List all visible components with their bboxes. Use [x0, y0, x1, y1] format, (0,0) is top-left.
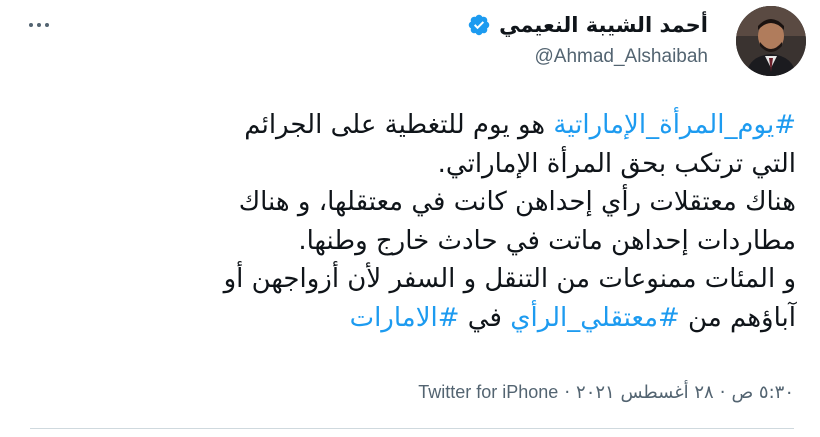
tweet-text-line: #يوم_المرأة_الإماراتية هو يوم للتغطية عل…	[40, 106, 796, 145]
author-name-row[interactable]: أحمد الشيبة النعيمي	[467, 12, 708, 38]
tweet-text-line: مطاردات إحداهن ماتت في حادث خارج وطنها.	[40, 222, 796, 261]
hashtag-link[interactable]: #معتقلي_الرأي	[510, 303, 680, 333]
tweet-text-segment: و المئات ممنوعات من التنقل و السفر لأن أ…	[223, 264, 796, 295]
tweet-text-segment: التي ترتكب بحق المرأة الإماراتي.	[437, 148, 796, 179]
meta-separator: ·	[719, 382, 726, 403]
hashtag-link[interactable]: #الامارات	[350, 303, 460, 333]
tweet-date[interactable]: ٢٨ أغسطس ٢٠٢١	[576, 382, 714, 403]
hashtag-link[interactable]: #يوم_المرأة_الإماراتية	[553, 110, 796, 140]
tweet-meta: ٥:٣٠ ص · ٢٨ أغسطس ٢٠٢١ · Twitter for iPh…	[418, 382, 794, 403]
tweet-text-segment: في	[459, 302, 511, 333]
tweet-text-segment: آباؤهم من	[679, 302, 796, 333]
tweet-time[interactable]: ٥:٣٠ ص	[731, 382, 794, 403]
tweet-text-segment: هناك معتقلات رأي إحداهن كانت في معتقلها،…	[238, 187, 796, 218]
tweet-text-line: و المئات ممنوعات من التنقل و السفر لأن أ…	[40, 260, 796, 299]
tweet-card: أحمد الشيبة النعيمي @Ahmad_Alshaibah #يو…	[0, 0, 820, 437]
tweet-text-segment: مطاردات إحداهن ماتت في حادث خارج وطنها.	[298, 225, 796, 256]
tweet-text-line: هناك معتقلات رأي إحداهن كانت في معتقلها،…	[40, 183, 796, 222]
avatar-image	[736, 6, 806, 76]
tweet-text: #يوم_المرأة_الإماراتية هو يوم للتغطية عل…	[40, 106, 796, 338]
verified-badge-icon	[468, 14, 490, 36]
meta-separator: ·	[564, 382, 571, 403]
author-display-name[interactable]: أحمد الشيبة النعيمي	[499, 12, 708, 38]
tweet-text-segment: هو يوم للتغطية على الجرائم	[244, 110, 554, 140]
divider	[30, 428, 794, 429]
tweet-text-line: التي ترتكب بحق المرأة الإماراتي.	[40, 145, 796, 184]
tweet-text-line: آباؤهم من #معتقلي_الرأي في #الامارات	[40, 299, 796, 338]
author-handle[interactable]: @Ahmad_Alshaibah	[534, 46, 708, 68]
avatar[interactable]	[736, 6, 806, 76]
more-options-icon[interactable]	[26, 12, 52, 38]
tweet-source[interactable]: Twitter for iPhone	[418, 382, 558, 403]
